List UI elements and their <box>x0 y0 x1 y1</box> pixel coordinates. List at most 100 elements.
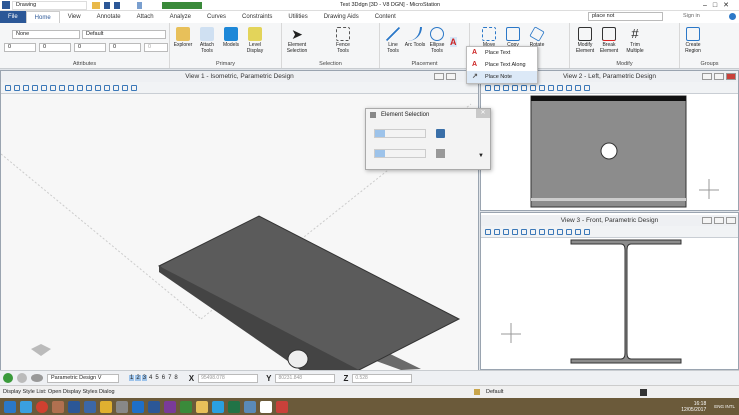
window-controls[interactable]: –□✕ <box>703 1 735 9</box>
tab-home[interactable]: Home <box>25 11 60 23</box>
text-style-select[interactable]: Default <box>82 30 166 39</box>
minimize-button[interactable] <box>702 73 712 80</box>
view-button[interactable]: 7 <box>167 375 172 381</box>
front-view-canvas[interactable] <box>481 238 738 369</box>
language-indicator[interactable]: ENG INTL <box>714 404 735 409</box>
minimize-button[interactable] <box>434 73 444 80</box>
maximize-button[interactable] <box>714 217 724 224</box>
tab-view[interactable]: View <box>60 11 89 23</box>
quick-access-toolbar[interactable] <box>92 2 202 9</box>
app-icon[interactable] <box>100 400 112 413</box>
explorer-button[interactable]: Explorer <box>172 27 194 49</box>
search-input[interactable]: place not <box>588 12 663 21</box>
selection-mode-buttons[interactable] <box>374 149 426 158</box>
element-selection-button[interactable]: ➤ Element Selection <box>284 27 310 54</box>
maximize-button[interactable] <box>714 73 724 80</box>
word-icon[interactable] <box>148 400 160 413</box>
label: Break Element <box>599 42 619 54</box>
selection-method-buttons[interactable] <box>374 129 426 138</box>
minimize-button[interactable] <box>702 217 712 224</box>
view-button[interactable]: 2 <box>135 375 141 381</box>
tab-drawing-aids[interactable]: Drawing Aids <box>316 11 367 23</box>
line-weight-select[interactable]: 0 <box>74 43 106 52</box>
microstation-icon[interactable] <box>84 400 96 413</box>
close-button[interactable] <box>726 217 736 224</box>
trim-multiple-button[interactable]: # Trim Multiple <box>622 27 648 54</box>
tab-curves[interactable]: Curves <box>199 11 234 23</box>
view-button[interactable]: 1 <box>129 375 135 381</box>
select-all-icon[interactable] <box>436 149 445 158</box>
view-toolbar[interactable] <box>1 82 478 94</box>
text-tool-icon[interactable]: A <box>450 37 457 47</box>
microstation-icon[interactable] <box>68 400 80 413</box>
outlook-icon[interactable] <box>132 400 144 413</box>
fence-tools-button[interactable]: Fence Tools <box>332 27 354 54</box>
line-tools-button[interactable]: Line Tools <box>382 27 404 54</box>
expand-arrow-icon[interactable]: ▼ <box>478 153 484 159</box>
save-icon[interactable] <box>640 389 647 396</box>
y-coordinate[interactable]: 80231.848 <box>275 373 336 383</box>
explorer-icon[interactable] <box>196 400 208 413</box>
menu-item-place-note[interactable]: ↗ Place Note <box>467 71 537 83</box>
clear-selection-icon[interactable] <box>436 129 445 138</box>
app-icon[interactable] <box>260 400 272 413</box>
close-button[interactable] <box>726 73 736 80</box>
view-button[interactable]: 3 <box>141 375 148 381</box>
view-title-text: View 2 - Left, Parametric Design <box>562 73 657 80</box>
left-view-canvas[interactable] <box>481 94 738 210</box>
forward-icon[interactable] <box>17 373 27 383</box>
tab-annotate[interactable]: Annotate <box>89 11 129 23</box>
excel-icon[interactable] <box>228 400 240 413</box>
attach-tools-button[interactable]: Attach Tools <box>196 27 218 54</box>
app-icon[interactable] <box>52 400 64 413</box>
ie-icon[interactable] <box>20 400 32 413</box>
view-toolbar[interactable] <box>481 226 738 238</box>
lock-icon[interactable] <box>474 389 480 395</box>
onenote-icon[interactable] <box>164 400 176 413</box>
sign-in-link[interactable]: Sign in <box>683 13 700 19</box>
break-element-button[interactable]: Break Element <box>598 27 620 54</box>
app-icon[interactable] <box>116 400 128 413</box>
tab-constraints[interactable]: Constraints <box>234 11 280 23</box>
photos-icon[interactable] <box>244 400 256 413</box>
view-button[interactable]: 8 <box>173 375 178 381</box>
level-display-button[interactable]: Level Display <box>244 27 266 54</box>
start-icon[interactable] <box>4 400 16 413</box>
chrome-icon[interactable] <box>36 400 48 413</box>
transparency-select[interactable]: 0 <box>109 43 141 52</box>
modify-element-button[interactable]: Modify Element <box>574 27 596 54</box>
skype-icon[interactable] <box>212 400 224 413</box>
project-icon[interactable] <box>180 400 192 413</box>
view-button[interactable]: 6 <box>161 375 166 381</box>
close-button[interactable]: ✕ <box>476 109 490 118</box>
x-coordinate[interactable]: 95498.078 <box>198 373 259 383</box>
view-button[interactable]: 5 <box>154 375 159 381</box>
models-button[interactable]: Models <box>220 27 242 49</box>
tab-content[interactable]: Content <box>367 11 404 23</box>
menu-item-place-text-along[interactable]: A Place Text Along <box>467 59 537 71</box>
clock[interactable]: 16:18 12/05/2017 <box>681 401 706 413</box>
line-style-select[interactable]: 0 <box>39 43 71 52</box>
display-style-icon[interactable] <box>31 374 43 382</box>
view-3[interactable]: View 3 - Front, Parametric Design <box>480 212 739 370</box>
color-select[interactable]: 0 <box>4 43 36 52</box>
help-icon[interactable] <box>729 13 736 20</box>
z-coordinate[interactable]: 0.528 <box>352 373 413 383</box>
view-2[interactable]: View 2 - Left, Parametric Design <box>480 70 739 211</box>
arc-tools-button[interactable]: Arc Tools <box>404 27 426 49</box>
powerpoint-icon[interactable] <box>276 400 288 413</box>
view-button[interactable]: 4 <box>148 375 153 381</box>
tab-utilities[interactable]: Utilities <box>280 11 315 23</box>
menu-item-place-text[interactable]: A Place Text <box>467 47 537 59</box>
tab-file[interactable]: File <box>0 11 26 23</box>
back-icon[interactable] <box>3 373 13 383</box>
maximize-button[interactable] <box>446 73 456 80</box>
tab-analyze[interactable]: Analyze <box>162 11 199 23</box>
priority-select[interactable]: 0 <box>144 43 168 52</box>
level-select[interactable]: None <box>12 30 80 39</box>
tab-attach[interactable]: Attach <box>129 11 162 23</box>
workflow-select[interactable]: Drawing <box>12 1 87 10</box>
create-region-button[interactable]: Create Region <box>682 27 704 54</box>
model-select[interactable]: Parametric Design V <box>47 373 119 383</box>
ellipse-tools-button[interactable]: Ellipse Tools <box>426 27 448 54</box>
